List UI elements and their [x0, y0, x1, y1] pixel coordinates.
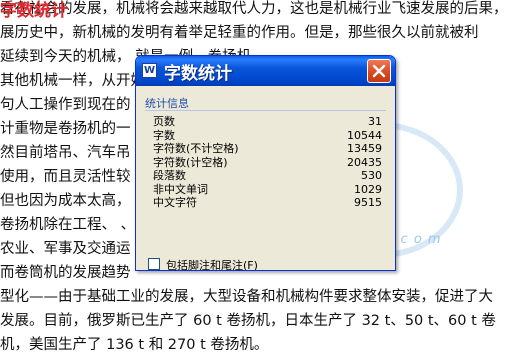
stat-label: 页数 [153, 115, 175, 128]
doc-line: 看在社会的发展，机械将会越来越取代人力，这也是机械行业飞速发展的后果， [0, 1, 508, 17]
doc-line: 句人工操作到现在的 [0, 97, 131, 113]
stat-row-paragraphs: 段落数 530 [153, 169, 383, 183]
overlay-title: 字数统计 [0, 1, 68, 21]
doc-line: 机，美国生产了 136 t 和 270 t 卷扬机。 [0, 337, 269, 353]
stat-label: 字数 [153, 128, 175, 142]
group-label: 统计信息 [145, 97, 189, 110]
stat-value: 530 [361, 169, 382, 182]
doc-line: 发展。目前，俄罗斯已生产了 60 t 卷扬机，日本生产了 32 t、50 t、6… [0, 313, 496, 329]
word-count-dialog: W 字数统计 统计信息 页数 31 字数 10544 字符数(不计空格) 134… [135, 55, 396, 271]
doc-line: 展历史中，新机械的发明有着举足轻重的作用。但是，那些很久以前就被利 [0, 25, 479, 41]
stat-row-pages: 页数 31 [153, 115, 383, 129]
stat-value: 9515 [354, 196, 382, 209]
include-footnotes-checkbox[interactable] [148, 258, 160, 270]
dialog-body: 统计信息 页数 31 字数 10544 字符数(不计空格) 13459 字符数(… [139, 86, 392, 270]
stat-row-chars-no-spaces: 字符数(不计空格) 13459 [153, 142, 383, 156]
doc-line: 农业、军事及交通运 [0, 241, 131, 257]
dialog-titlebar[interactable]: W 字数统计 [136, 56, 395, 86]
stat-label: 非中文单词 [153, 182, 208, 196]
close-icon[interactable] [367, 59, 391, 83]
stat-row-chinese-chars: 中文字符 9515 [153, 196, 383, 210]
doc-line: 而卷筒机的发展趋势 [0, 265, 131, 281]
stat-row-words: 字数 10544 [153, 129, 383, 143]
stats-list: 页数 31 字数 10544 字符数(不计空格) 13459 字符数(计空格) … [153, 115, 383, 210]
doc-line: 型化——由于基础工业的发展，大型设备和机械构件要求整体安装，促进了大 [0, 289, 493, 305]
stat-label: 段落数 [153, 169, 186, 182]
word-doc-icon: W [142, 63, 157, 78]
stat-label: 字符数(不计空格) [153, 142, 239, 155]
stat-label: 字符数(计空格) [153, 155, 228, 169]
stat-value: 10544 [347, 128, 382, 142]
include-footnotes-label[interactable]: 包括脚注和尾注(F) [166, 257, 258, 270]
stat-value: 13459 [347, 142, 382, 155]
dialog-title: 字数统计 [164, 64, 232, 84]
stat-value: 31 [368, 115, 382, 128]
close-x-glyph [372, 64, 386, 78]
stat-row-chars-with-spaces: 字符数(计空格) 20435 [153, 156, 383, 170]
stat-row-non-chinese-words: 非中文单词 1029 [153, 183, 383, 197]
stat-label: 中文字符 [153, 196, 197, 209]
group-divider [145, 110, 386, 111]
stat-value: 1029 [354, 182, 382, 196]
stat-value: 20435 [347, 155, 382, 169]
